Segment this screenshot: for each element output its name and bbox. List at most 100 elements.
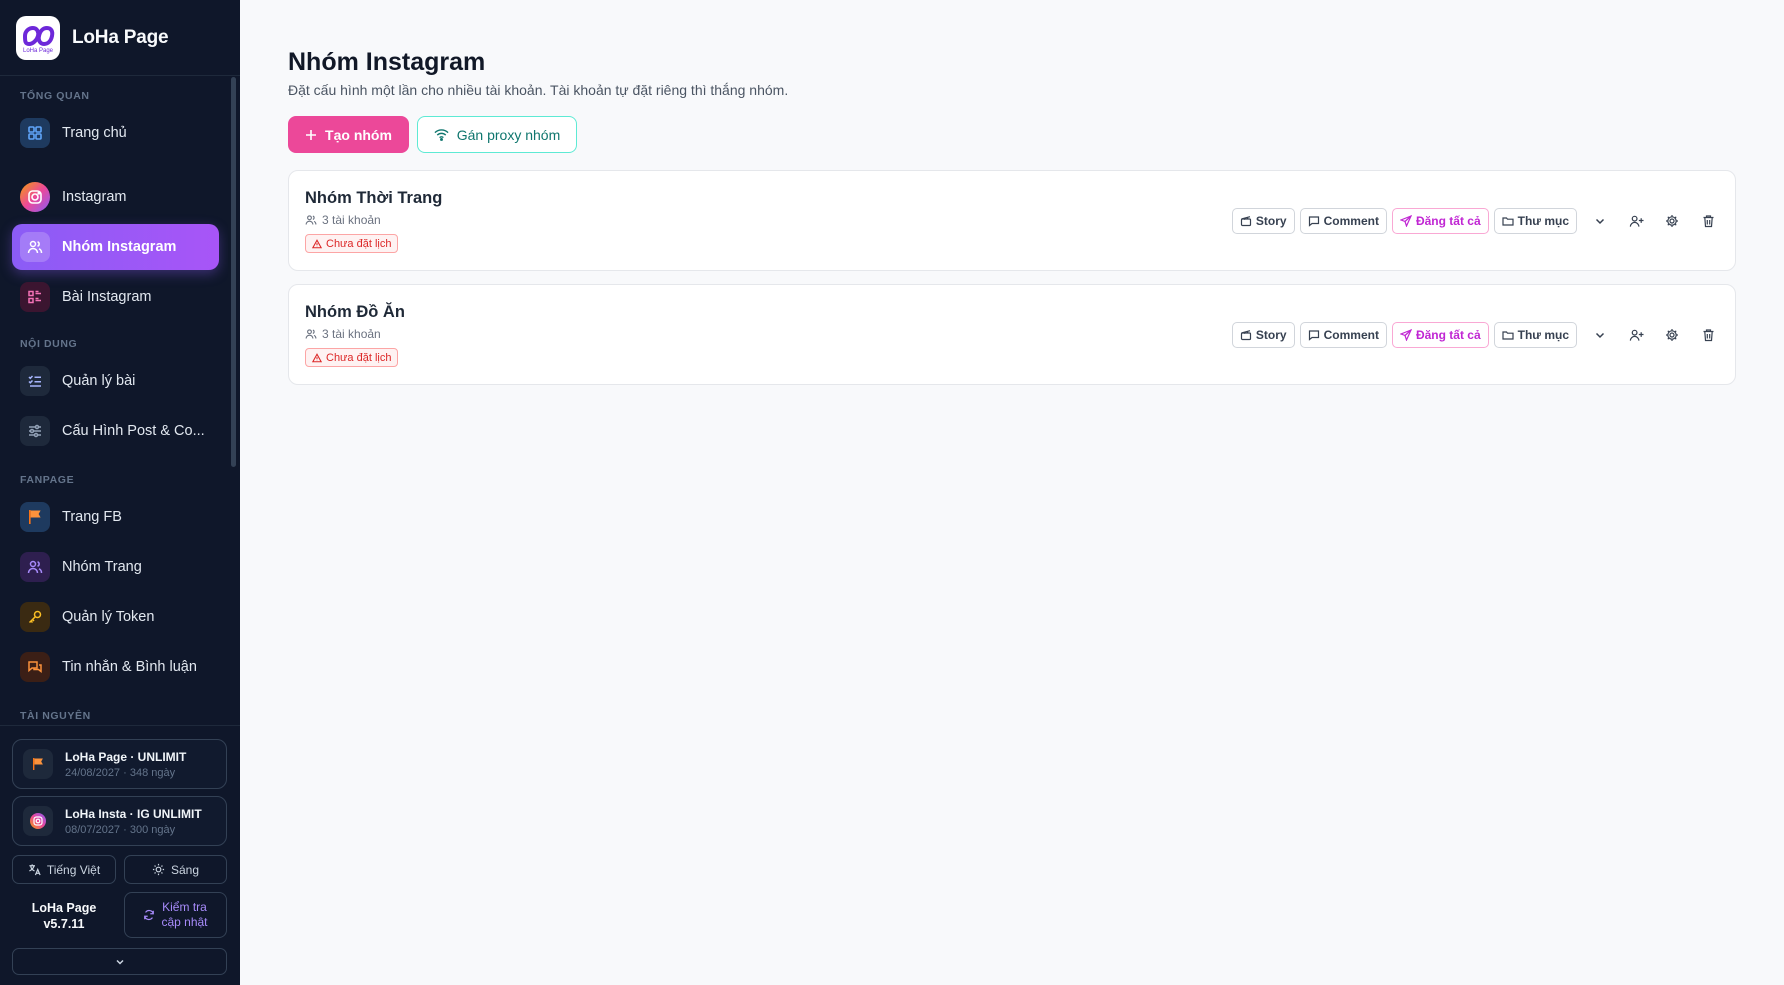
sidebar-item-page-groups[interactable]: Nhóm Trang [12,544,219,590]
warning-icon [312,238,322,248]
comment-button[interactable]: Comment [1299,208,1387,234]
sidebar-item-label: Nhóm Trang [62,559,142,575]
theme-toggle[interactable]: Sáng [124,855,227,884]
user-plus-icon [1629,329,1644,341]
license-expiry: 08/07/2027 · 300 ngày [65,823,176,836]
post-all-button[interactable]: Đăng tất cả [1391,208,1489,234]
account-count-label: 3 tài khoản [322,213,381,227]
sidebar-scrollbar[interactable] [231,77,236,467]
license-title: LoHa Insta · IG UNLIMIT [65,806,202,821]
page-title: Nhóm Instagram [288,48,486,76]
sidebar-item-instagram[interactable]: Instagram [12,174,219,220]
users-icon [305,329,317,339]
sidebar-item-token-manager[interactable]: Quản lý Token [12,594,219,640]
brand[interactable]: LoHa Page LoHa Page [0,0,240,76]
section-content: NỘI DUNG [20,338,78,350]
story-button[interactable]: Story [1231,208,1295,234]
version-name: LoHa Page [31,901,97,915]
license-title: LoHa Page · UNLIMIT [65,749,187,764]
settings-button[interactable] [1659,322,1685,348]
logo-text: LoHa Page [23,48,54,54]
section-overview: TỔNG QUAN [20,90,90,102]
clapperboard-icon [1240,330,1252,341]
expand-button[interactable] [1587,322,1613,348]
chevron-down-icon [115,959,124,965]
trash-icon [1703,215,1713,228]
story-button[interactable]: Story [1231,322,1295,348]
language-button[interactable]: Tiếng Việt [12,855,116,884]
create-group-button[interactable]: Tạo nhóm [288,116,409,153]
app-version: LoHa Page v5.7.11 [12,900,116,932]
story-label: Story [1255,328,1287,342]
check-update-button[interactable]: Kiểm tra cập nhật [124,892,227,938]
instagram-icon [23,806,53,836]
dashboard-icon [20,118,50,148]
story-label: Story [1255,214,1287,228]
send-icon [1399,329,1412,341]
translate-icon [28,864,41,876]
sidebar-item-label: Instagram [62,189,127,205]
users-icon [305,215,317,225]
group-card[interactable]: Nhóm Đồ Ăn 3 tài khoản Chưa đặt lịch Sto… [288,284,1736,385]
sidebar-item-label: Quản lý bài [62,373,136,389]
trash-icon [1703,329,1713,342]
sidebar-nav: TỔNG QUAN Trang chủ Instagram Nhóm Insta… [0,76,228,724]
sidebar-item-messages[interactable]: Tin nhắn & Bình luận [12,644,219,690]
main-content: Nhóm Instagram Đặt cấu hình một lần cho … [240,0,1784,985]
language-label: Tiếng Việt [46,862,101,877]
account-count-label: 3 tài khoản [322,327,381,341]
sidebar-item-instagram-groups[interactable]: Nhóm Instagram [12,224,219,270]
comment-icon [1308,216,1319,227]
folder-button[interactable]: Thư mục [1493,208,1577,234]
comment-label: Comment [1323,214,1379,228]
assign-proxy-button[interactable]: Gán proxy nhóm [417,116,577,153]
license-card-insta[interactable]: LoHa Insta · IG UNLIMIT 08/07/2027 · 300… [12,796,227,846]
delete-button[interactable] [1695,322,1721,348]
clapperboard-icon [1240,216,1252,227]
assign-proxy-label: Gán proxy nhóm [456,126,561,143]
section-resources: TÀI NGUYÊN [20,710,91,722]
create-group-label: Tạo nhóm [325,126,392,143]
sidebar-item-post-config[interactable]: Cấu Hình Post & Co... [12,408,219,454]
group-actions: Story Comment Đăng tất cả Thư mục [1231,208,1721,234]
group-actions: Story Comment Đăng tất cả Thư mục [1231,322,1721,348]
sidebar-item-label: Cấu Hình Post & Co... [62,423,205,439]
expand-button[interactable] [1587,208,1613,234]
delete-button[interactable] [1695,208,1721,234]
sidebar-item-instagram-posts[interactable]: Bài Instagram [12,274,219,320]
folder-button[interactable]: Thư mục [1493,322,1577,348]
add-account-button[interactable] [1623,208,1649,234]
comment-icon [1308,330,1319,341]
sliders-icon [20,416,50,446]
wifi-icon [434,129,449,141]
sidebar-item-label: Bài Instagram [62,289,152,305]
add-account-button[interactable] [1623,322,1649,348]
status-label: Chưa đặt lịch [326,351,392,364]
sidebar-footer: LoHa Page · UNLIMIT 24/08/2027 · 348 ngà… [0,725,240,985]
license-card-page[interactable]: LoHa Page · UNLIMIT 24/08/2027 · 348 ngà… [12,739,227,789]
sun-icon [152,863,165,876]
users-icon [20,232,50,262]
warning-icon [312,352,322,362]
group-name: Nhóm Thời Trang [305,189,443,207]
group-card[interactable]: Nhóm Thời Trang 3 tài khoản Chưa đặt lịc… [288,170,1736,271]
sidebar-item-dashboard[interactable]: Trang chủ [12,110,219,156]
brand-logo: LoHa Page [16,15,60,60]
collapse-footer-button[interactable] [12,948,227,975]
folder-label: Thư mục [1517,328,1569,342]
settings-button[interactable] [1659,208,1685,234]
group-name: Nhóm Đồ Ăn [305,303,405,321]
update-label-line1: Kiểm tra [162,900,207,914]
section-fanpage: FANPAGE [20,474,75,486]
post-all-label: Đăng tất cả [1415,328,1481,342]
plus-icon [306,129,317,140]
comment-button[interactable]: Comment [1299,322,1387,348]
status-badge: Chưa đặt lịch [305,348,399,367]
users-icon [20,552,50,582]
post-all-button[interactable]: Đăng tất cả [1391,322,1489,348]
license-expiry: 24/08/2027 · 348 ngày [65,766,176,779]
sidebar-item-fb-page[interactable]: Trang FB [12,494,219,540]
sidebar-item-label: Nhóm Instagram [62,239,177,255]
sidebar-item-post-manager[interactable]: Quản lý bài [12,358,219,404]
version-number: v5.7.11 [43,917,85,931]
